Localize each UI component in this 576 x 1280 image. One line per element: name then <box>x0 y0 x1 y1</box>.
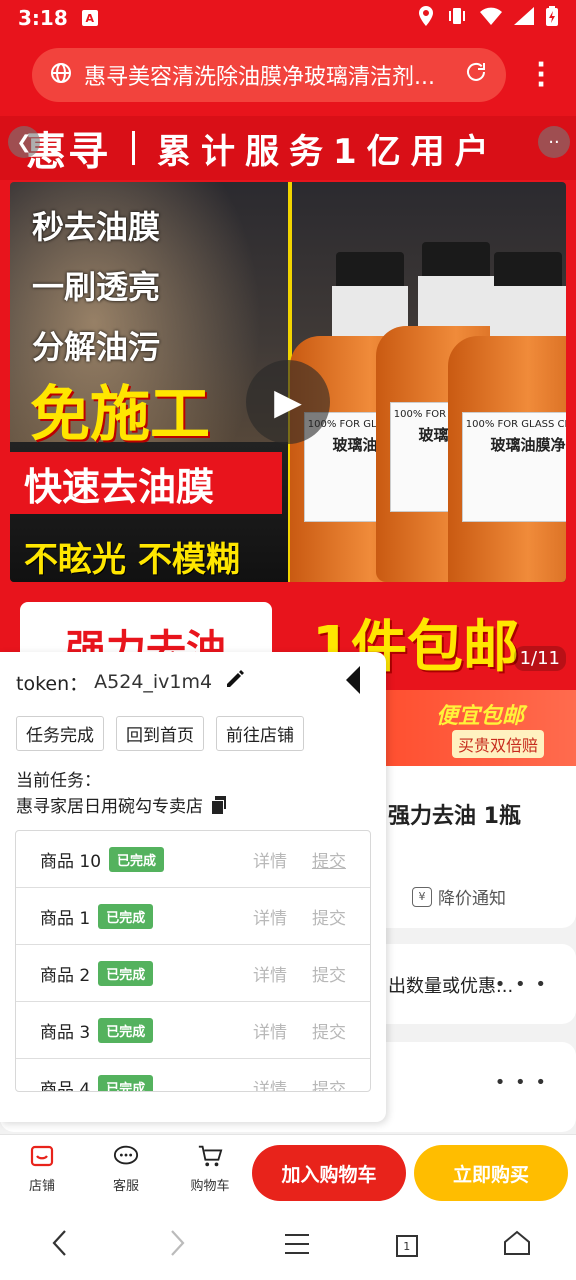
nav-forward-icon[interactable] <box>158 1229 198 1264</box>
submit-link[interactable]: 提交 <box>312 1018 346 1043</box>
detail-link[interactable]: 详情 <box>253 961 287 986</box>
play-video-button[interactable]: ▶ <box>246 360 330 444</box>
task-item-row: 商品 2 已完成 详情 提交 <box>16 945 370 1002</box>
task-item-name: 商品 10 <box>40 851 102 872</box>
nav-menu-icon[interactable] <box>277 1230 317 1263</box>
promo-main: 便宜包邮 <box>436 704 525 729</box>
more-icon[interactable]: ·· <box>538 126 570 158</box>
task-item-name: 商品 4 <box>40 1079 91 1092</box>
service-label: 客服 <box>112 1179 139 1194</box>
bottle-top-text: 100% FOR GLASS CLEAR <box>465 419 566 430</box>
collapse-panel-icon[interactable] <box>346 666 360 694</box>
battery-icon <box>546 6 558 30</box>
task-item-list[interactable]: 商品 10 已完成 详情 提交 商品 1 已完成 详情 提交 商品 2 已完成 … <box>15 830 371 1092</box>
current-task-shop-name: 惠寻家居日用碗勾专卖店 <box>16 797 203 817</box>
tabs-count-icon[interactable]: 1 <box>395 1235 418 1257</box>
signal-icon <box>514 7 534 29</box>
banner-text: 免施工 <box>30 380 210 450</box>
detail-link[interactable]: 详情 <box>253 1018 287 1043</box>
more-dots-icon: • • • <box>494 1072 548 1093</box>
submit-link[interactable]: 提交 <box>312 961 346 986</box>
status-badge: 已完成 <box>98 960 154 986</box>
token-label: token： <box>16 672 89 695</box>
reload-icon[interactable] <box>464 60 488 90</box>
banner-text: 一刷透亮 <box>32 268 161 306</box>
edit-icon[interactable] <box>224 668 246 696</box>
go-store-button[interactable]: 前往店铺 <box>216 716 304 751</box>
cart-icon <box>197 1143 223 1169</box>
banner-text: 不眩光 不模糊 <box>24 540 240 580</box>
back-home-button[interactable]: 回到首页 <box>116 716 204 751</box>
submit-link[interactable]: 提交 <box>312 847 346 872</box>
task-item-row: 商品 10 已完成 详情 提交 <box>16 831 370 888</box>
vibrate-icon <box>446 7 468 29</box>
store-tab[interactable]: 店铺 <box>12 1143 72 1194</box>
buy-now-button[interactable]: 立即购买 <box>414 1145 568 1201</box>
status-badge: 已完成 <box>98 1017 154 1043</box>
add-to-cart-button[interactable]: 加入购物车 <box>252 1145 406 1201</box>
location-icon <box>418 6 434 30</box>
detail-link[interactable]: 详情 <box>253 847 287 872</box>
browser-menu-icon[interactable]: · · · <box>536 52 546 98</box>
service-tab[interactable]: 客服 <box>96 1143 156 1194</box>
submit-link[interactable]: 提交 <box>312 1075 346 1092</box>
token-value: A524_iv1m4 <box>94 671 213 693</box>
current-task-label: 当前任务： <box>16 771 101 791</box>
wifi-icon <box>480 7 502 29</box>
copy-icon[interactable] <box>211 795 227 815</box>
task-item-name: 商品 2 <box>40 965 91 986</box>
status-badge: 已完成 <box>109 846 165 872</box>
task-item-row: 商品 3 已完成 详情 提交 <box>16 1002 370 1059</box>
more-dots-icon: • • • <box>494 974 548 995</box>
image-counter: 1/11 <box>513 646 566 671</box>
cart-label: 购物车 <box>190 1179 230 1194</box>
detail-link[interactable]: 详情 <box>253 904 287 929</box>
banner-text: 秒去油膜 <box>32 208 161 246</box>
nav-back-icon[interactable] <box>39 1229 79 1264</box>
token-row: token： A524_iv1m4 <box>16 668 246 696</box>
bottle-label: 玻璃油膜净 <box>490 436 566 454</box>
current-task-shop: 惠寻家居日用碗勾专卖店 <box>16 792 227 817</box>
status-badge: 已完成 <box>98 1074 154 1091</box>
product-banner[interactable]: 惠寻 累计服务1亿用户 ❮ ·· 100% FOR GLASS CLEAR 玻璃油… <box>0 116 576 690</box>
banner-text: 分解油污 <box>32 328 161 366</box>
detail-link[interactable]: 详情 <box>253 1075 287 1092</box>
url-bar[interactable]: 惠寻美容清洗除油膜净玻璃清洁剂... <box>32 48 506 102</box>
service-icon <box>113 1143 139 1169</box>
price-tag-icon: ¥ <box>412 886 432 907</box>
banner-separator <box>132 131 135 165</box>
bottle-image: 100% FOR GLASS CLEAR 玻璃油膜净 <box>448 252 566 582</box>
status-badge: 已完成 <box>98 903 154 929</box>
price-notify-label: 降价通知 <box>438 889 506 909</box>
nav-home-icon[interactable] <box>497 1230 537 1263</box>
task-panel: token： A524_iv1m4 任务完成 回到首页 前往店铺 当前任务： 惠… <box>0 652 386 1122</box>
url-title: 惠寻美容清洗除油膜净玻璃清洁剂... <box>84 65 435 90</box>
system-nav-bar: 1 <box>0 1212 576 1280</box>
banner-text: 快速去油膜 <box>10 452 282 514</box>
task-item-name: 商品 3 <box>40 1022 91 1043</box>
task-item-row: 商品 4 已完成 详情 提交 <box>16 1059 370 1092</box>
globe-icon <box>50 62 72 88</box>
store-label: 店铺 <box>28 1179 55 1194</box>
back-icon[interactable]: ❮ <box>8 126 40 158</box>
banner-header: 惠寻 累计服务1亿用户 <box>0 116 576 180</box>
submit-link[interactable]: 提交 <box>312 904 346 929</box>
app-notification-icon: A <box>81 10 98 26</box>
status-time: 3:18 <box>18 6 68 30</box>
browser-toolbar: 惠寻美容清洗除油膜净玻璃清洁剂... · · · <box>0 36 576 116</box>
promo-sub: 买贵双倍赔 <box>452 730 545 758</box>
panel-actions: 任务完成 回到首页 前往店铺 <box>16 716 304 751</box>
screen: 3:18 A 惠寻美容清洗除油膜净玻璃清洁剂... · · · 惠寻 累计服务1… <box>0 0 576 1280</box>
store-icon <box>29 1143 55 1169</box>
product-title: 强力去油 1瓶 <box>388 804 521 829</box>
task-item-row: 商品 1 已完成 详情 提交 <box>16 888 370 945</box>
task-complete-button[interactable]: 任务完成 <box>16 716 104 751</box>
price-notify-button[interactable]: ¥ 降价通知 <box>412 884 506 909</box>
bottom-action-bar: 店铺 客服 购物车 加入购物车 立即购买 <box>0 1134 576 1212</box>
cart-tab[interactable]: 购物车 <box>180 1143 240 1194</box>
status-bar: 3:18 A <box>0 0 576 36</box>
task-item-name: 商品 1 <box>40 908 91 929</box>
status-icons <box>418 6 558 30</box>
banner-slogan: 累计服务1亿用户 <box>157 131 499 172</box>
